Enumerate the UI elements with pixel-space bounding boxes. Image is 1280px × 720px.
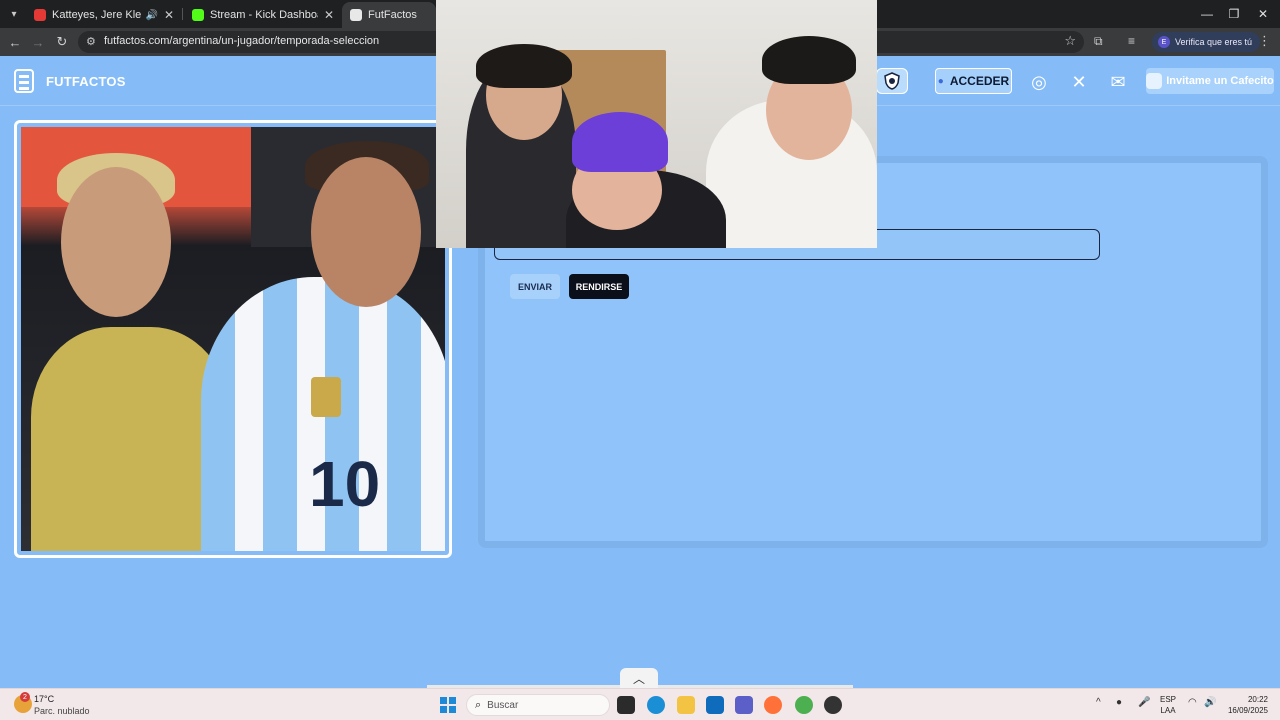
extensions-icon[interactable]: ⧉ bbox=[1094, 34, 1103, 49]
cafecito-button[interactable]: Invitame un Cafecito bbox=[1146, 68, 1274, 94]
speaker-icon[interactable]: 🔊 bbox=[145, 10, 157, 21]
chrome-icon[interactable] bbox=[795, 696, 813, 714]
task-view-icon[interactable] bbox=[617, 696, 635, 714]
futfactos-favicon-icon bbox=[350, 9, 362, 21]
keyboard-layout: LAA bbox=[1160, 706, 1176, 715]
player-photo-card: 10 bbox=[14, 120, 452, 558]
streamer-cap bbox=[572, 112, 668, 172]
shirt-number: 10 bbox=[309, 448, 381, 520]
back-icon[interactable]: ← bbox=[5, 32, 25, 52]
x-twitter-icon[interactable]: ✕ bbox=[1067, 70, 1091, 94]
language-code: ESP bbox=[1160, 695, 1177, 704]
send-button[interactable]: ENVIAR bbox=[510, 274, 560, 299]
browser-menu-icon[interactable]: ⋮ bbox=[1258, 33, 1271, 49]
teams-icon[interactable] bbox=[735, 696, 753, 714]
notification-badge: 2 bbox=[20, 692, 30, 702]
youtube-favicon-icon bbox=[34, 9, 46, 21]
tab-divider bbox=[182, 8, 183, 20]
tab-search-button[interactable]: ▾ bbox=[4, 4, 24, 24]
user-icon: ● bbox=[937, 75, 944, 87]
windows-start-icon[interactable] bbox=[440, 697, 456, 713]
clock-time: 20:22 bbox=[1247, 695, 1268, 704]
tab-futfactos[interactable]: FutFactos bbox=[342, 2, 436, 28]
player-face bbox=[61, 167, 171, 317]
give-up-button[interactable]: RENDIRSE bbox=[569, 274, 629, 299]
streamer-hair bbox=[762, 36, 856, 84]
logo-text[interactable]: FUTFACTOS bbox=[46, 74, 126, 89]
tray-overflow-icon[interactable]: ^ bbox=[1096, 697, 1101, 708]
obs-icon[interactable] bbox=[824, 696, 842, 714]
firefox-icon[interactable] bbox=[764, 696, 782, 714]
profile-avatar: E bbox=[1158, 36, 1170, 48]
wifi-icon[interactable]: ◠ bbox=[1188, 697, 1197, 708]
edge-icon[interactable] bbox=[647, 696, 665, 714]
windows-taskbar: 2 17°C Parc. nublado ⌕ Buscar ^ ● 🎤 ESP … bbox=[0, 688, 1280, 720]
tab-kick-dashboard[interactable]: Stream - Kick Dashboard ✕ bbox=[184, 2, 342, 28]
clock[interactable]: 20:22 16/09/2025 bbox=[1224, 694, 1268, 716]
futfactos-logo-icon[interactable] bbox=[14, 69, 34, 93]
clock-date: 16/09/2025 bbox=[1227, 706, 1268, 715]
search-placeholder: Buscar bbox=[487, 699, 519, 711]
close-window-icon[interactable]: ✕ bbox=[1246, 0, 1280, 28]
kick-favicon-icon bbox=[192, 9, 204, 21]
file-explorer-icon[interactable] bbox=[677, 696, 695, 714]
webcam-overlay bbox=[436, 0, 877, 248]
profile-button[interactable]: E Verifica que eres tú bbox=[1152, 32, 1261, 52]
reload-icon[interactable]: ↻ bbox=[52, 32, 72, 52]
tab-title: Katteyes, Jere Klein, Lucky B bbox=[52, 9, 142, 21]
outlook-icon[interactable] bbox=[706, 696, 724, 714]
login-button[interactable]: ● ACCEDER bbox=[935, 68, 1012, 94]
instagram-icon[interactable]: ◎ bbox=[1027, 70, 1051, 94]
profile-label: Verifica que eres tú bbox=[1175, 37, 1253, 47]
chevron-up-icon[interactable]: ︿ bbox=[620, 668, 658, 688]
cafecito-cup-icon bbox=[1146, 73, 1163, 89]
url-text[interactable]: futfactos.com/argentina/un-jugador/tempo… bbox=[104, 35, 379, 47]
language-indicator[interactable]: ESP LAA bbox=[1160, 694, 1176, 716]
player-face bbox=[311, 157, 421, 307]
taskbar-search[interactable]: ⌕ Buscar bbox=[466, 694, 610, 716]
login-label: ACCEDER bbox=[949, 74, 1010, 88]
close-tab-icon[interactable]: ✕ bbox=[164, 8, 174, 22]
afa-crest bbox=[311, 377, 341, 417]
weather-desc[interactable]: Parc. nublado bbox=[34, 706, 90, 716]
tab-title: Stream - Kick Dashboard bbox=[210, 9, 318, 21]
mail-icon[interactable]: ✉ bbox=[1106, 70, 1130, 94]
bookmark-star-icon[interactable]: ☆ bbox=[1064, 33, 1076, 49]
player-photo: 10 bbox=[21, 127, 445, 551]
reading-list-icon[interactable]: ≡ bbox=[1128, 34, 1135, 48]
cafecito-label: Invitame un Cafecito bbox=[1166, 75, 1274, 87]
weather-temp[interactable]: 17°C bbox=[34, 694, 54, 704]
close-tab-icon[interactable]: ✕ bbox=[324, 8, 334, 22]
search-icon: ⌕ bbox=[475, 698, 482, 711]
microphone-icon[interactable]: 🎤 bbox=[1138, 697, 1150, 708]
forward-icon[interactable]: → bbox=[28, 32, 48, 52]
tab-title: FutFactos bbox=[368, 9, 417, 21]
streamer-hair bbox=[476, 44, 572, 88]
shield-icon[interactable] bbox=[876, 68, 908, 94]
tab-katteyes[interactable]: Katteyes, Jere Klein, Lucky B 🔊 ✕ bbox=[26, 2, 182, 28]
site-info-icon[interactable]: ⚙ bbox=[86, 35, 96, 48]
volume-icon[interactable]: 🔊 bbox=[1204, 697, 1216, 708]
tray-app-icon[interactable]: ● bbox=[1116, 697, 1122, 708]
